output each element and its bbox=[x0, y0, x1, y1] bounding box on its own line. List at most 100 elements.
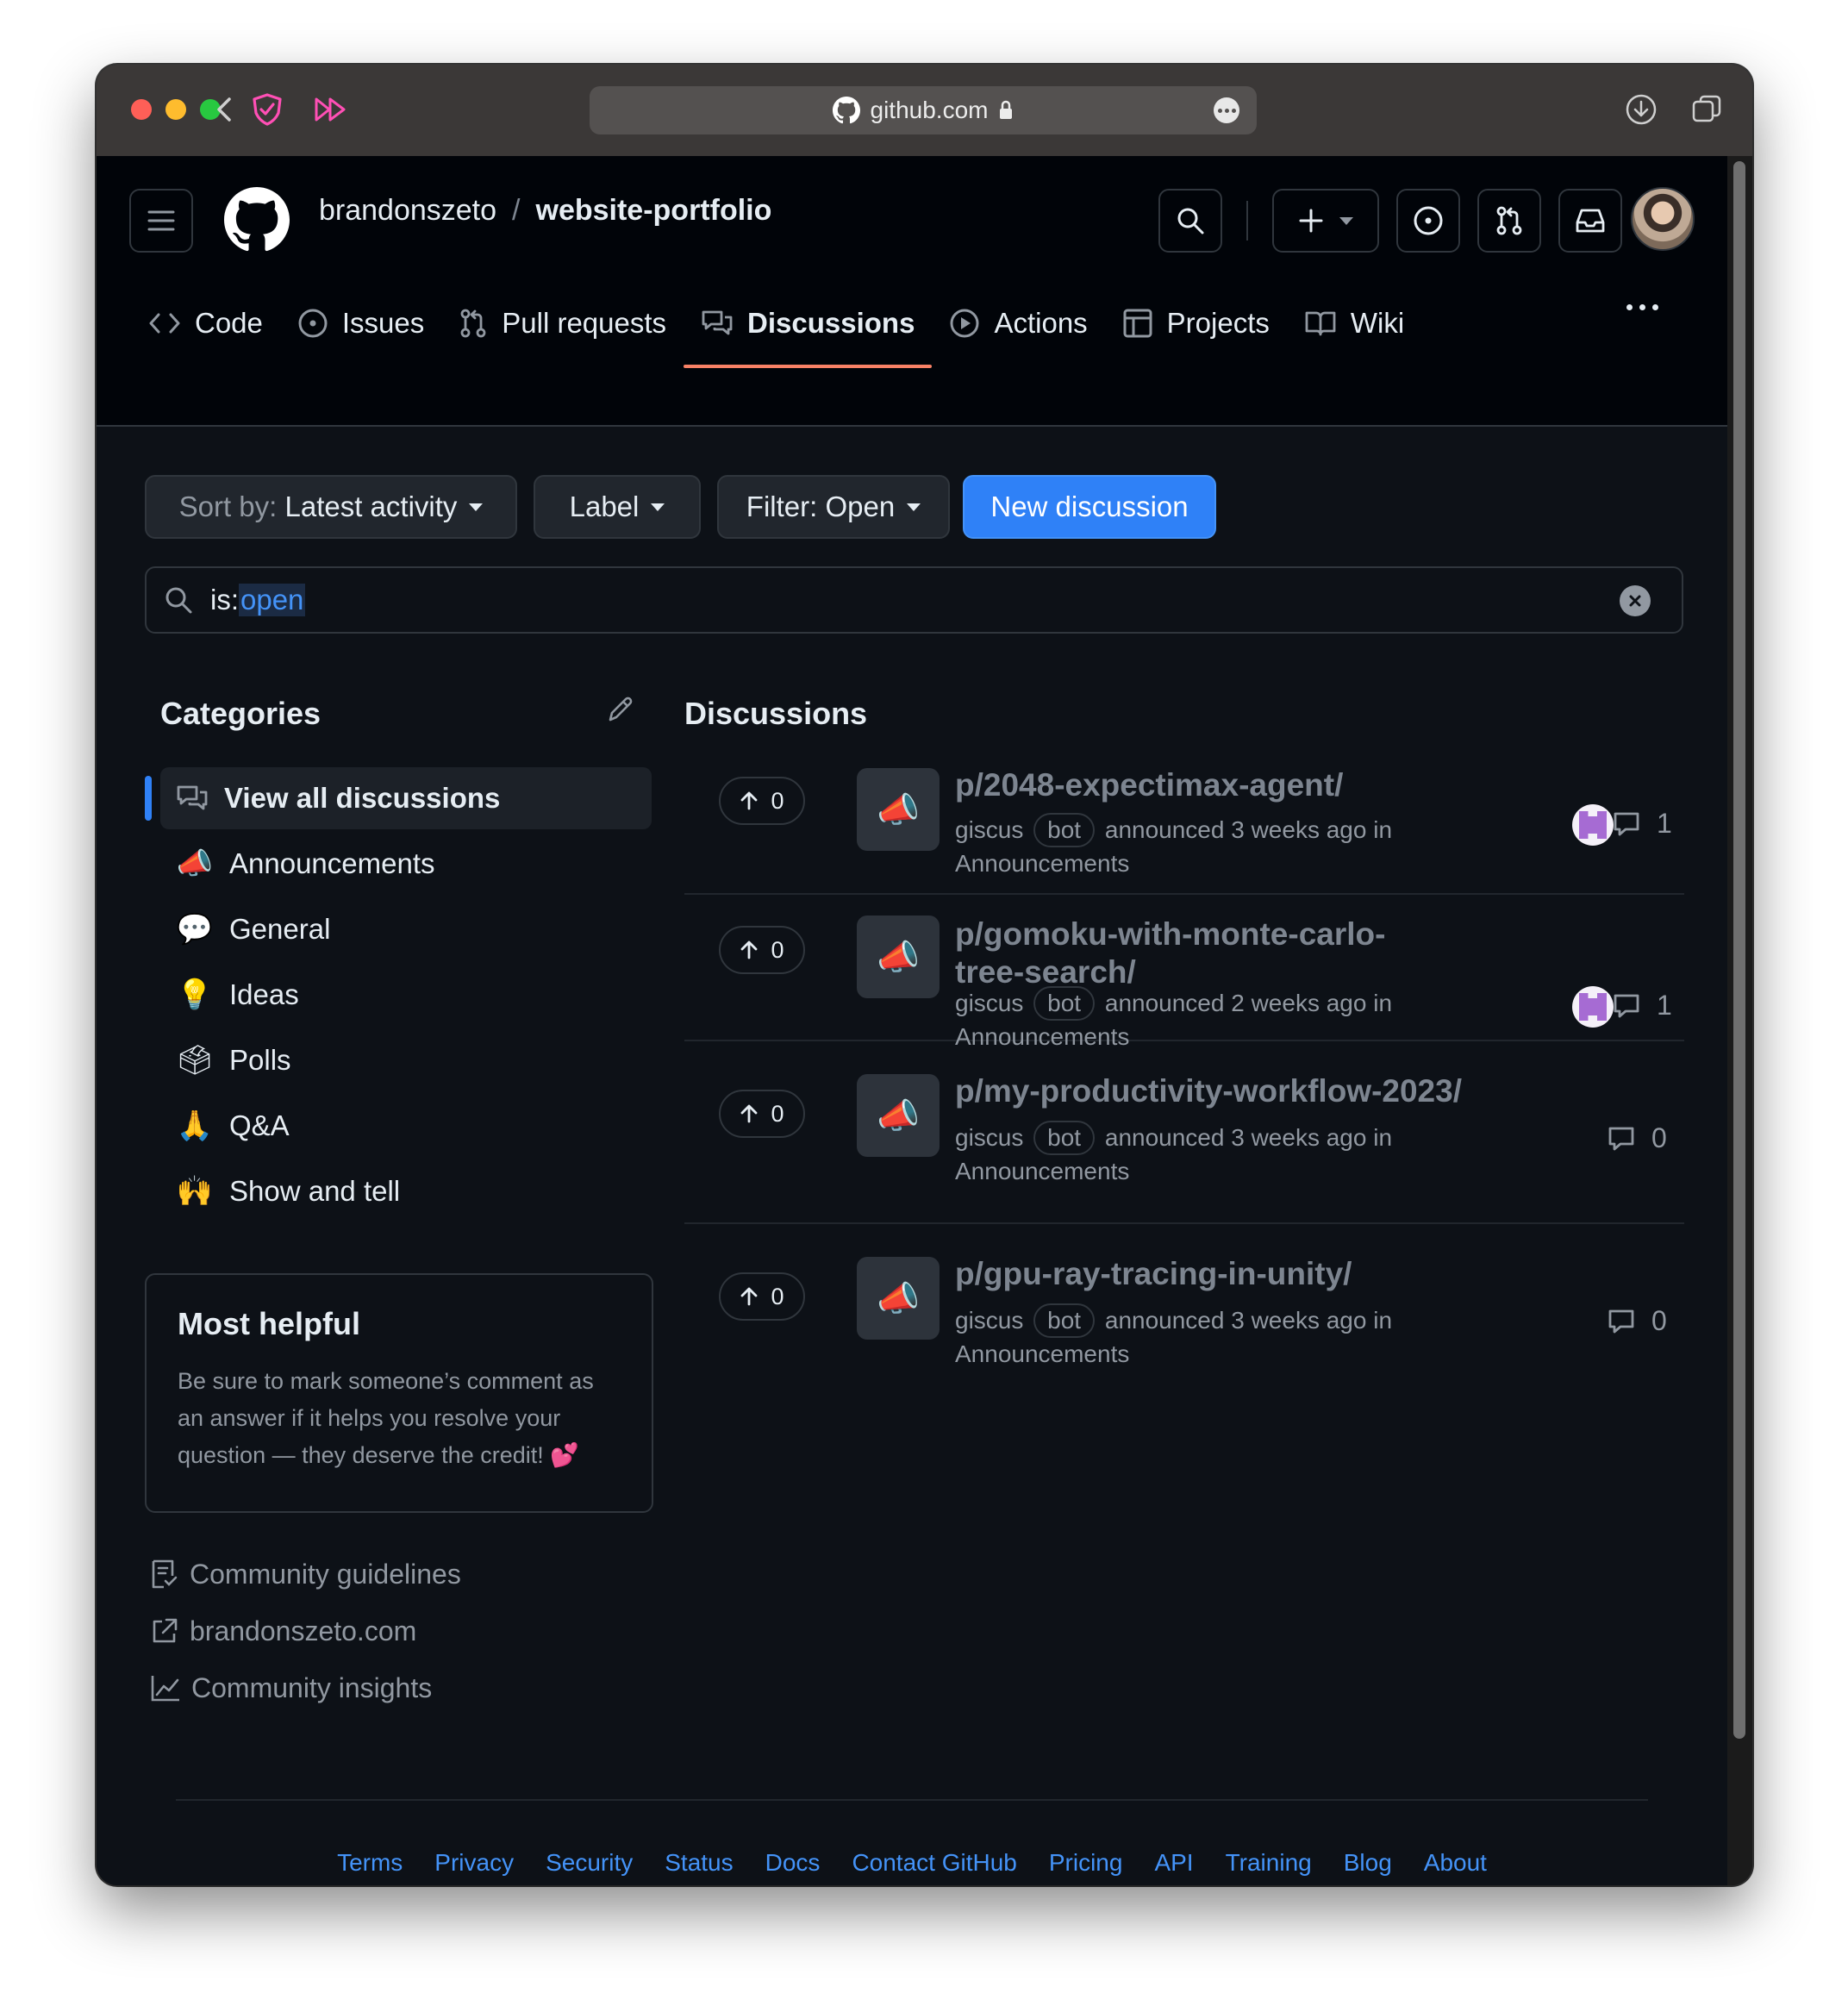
footer-link-privacy[interactable]: Privacy bbox=[434, 1849, 514, 1877]
external-link-icon bbox=[153, 1618, 178, 1643]
fast-forward-extension-icon[interactable] bbox=[312, 87, 350, 132]
list-item[interactable]: 0 📣 p/gpu-ray-tracing-in-unity/ giscus b… bbox=[684, 1224, 1684, 1397]
category-ideas[interactable]: 💡 Ideas bbox=[145, 964, 641, 1026]
header-divider bbox=[1246, 201, 1248, 241]
comment-icon bbox=[1608, 1309, 1634, 1333]
tab-code[interactable]: Code bbox=[131, 287, 280, 359]
discussion-search-input[interactable]: is: open bbox=[145, 566, 1683, 634]
footer-link-status[interactable]: Status bbox=[665, 1849, 733, 1877]
footer-link-api[interactable]: API bbox=[1154, 1849, 1193, 1877]
pull-requests-button[interactable] bbox=[1477, 189, 1541, 253]
comment-count[interactable]: 1 bbox=[1612, 990, 1672, 1022]
list-item[interactable]: 0 📣 p/gomoku-with-monte-carlo-tree-searc… bbox=[684, 895, 1684, 1050]
footer-link-terms[interactable]: Terms bbox=[337, 1849, 403, 1877]
upvote-button[interactable]: 0 bbox=[719, 777, 805, 825]
scrollbar-thumb[interactable] bbox=[1733, 161, 1745, 1739]
website-link[interactable]: brandonszeto.com bbox=[150, 1603, 461, 1659]
search-button[interactable] bbox=[1158, 189, 1222, 253]
footer-link-docs[interactable]: Docs bbox=[765, 1849, 821, 1877]
page-menu-icon[interactable] bbox=[1214, 97, 1239, 123]
discussion-title-link[interactable]: p/2048-expectimax-agent/ bbox=[955, 766, 1438, 804]
create-new-button[interactable] bbox=[1272, 189, 1379, 253]
arrow-up-icon bbox=[741, 940, 758, 959]
chevron-down-icon bbox=[469, 503, 484, 511]
comment-icon bbox=[1608, 1127, 1634, 1150]
megaphone-icon: 📣 bbox=[857, 915, 940, 998]
tab-discussions[interactable]: Discussions bbox=[684, 287, 933, 368]
category-polls[interactable]: 🗳 Polls bbox=[145, 1029, 641, 1091]
list-item[interactable]: 0 📣 p/my-productivity-workflow-2023/ gis… bbox=[684, 1041, 1684, 1224]
footer-link-contact[interactable]: Contact GitHub bbox=[852, 1849, 1016, 1877]
breadcrumb-separator: / bbox=[512, 194, 521, 227]
category-announcements[interactable]: 📣 Announcements bbox=[145, 833, 641, 895]
issues-button[interactable] bbox=[1396, 189, 1460, 253]
github-logo-icon[interactable] bbox=[224, 187, 290, 257]
raised-hands-icon: 🙌 bbox=[176, 1175, 214, 1208]
filter-dropdown[interactable]: Filter: Open bbox=[717, 475, 950, 539]
upvote-button[interactable]: 0 bbox=[719, 926, 805, 974]
arrow-up-icon bbox=[741, 1104, 758, 1123]
filter-dropdown-text: Filter: Open bbox=[746, 491, 896, 522]
author-link[interactable]: giscus bbox=[955, 816, 1023, 843]
sort-dropdown[interactable]: Sort by: Latest activity bbox=[145, 475, 517, 539]
repo-tabs: Code Issues Pull requests Discussions Ac… bbox=[131, 287, 1421, 368]
repo-name-link[interactable]: website-portfolio bbox=[536, 194, 772, 228]
discussion-title-link[interactable]: p/gomoku-with-monte-carlo-tree-search/ bbox=[955, 915, 1403, 991]
tab-label: Projects bbox=[1166, 307, 1270, 339]
participant-avatar[interactable] bbox=[1572, 986, 1614, 1028]
clear-search-button[interactable] bbox=[1620, 585, 1651, 616]
sort-value: Latest activity bbox=[284, 491, 458, 522]
repo-owner-link[interactable]: brandonszeto bbox=[319, 194, 496, 228]
community-insights-link[interactable]: Community insights bbox=[150, 1659, 461, 1716]
category-qa[interactable]: 🙏 Q&A bbox=[145, 1095, 641, 1157]
back-icon[interactable] bbox=[207, 87, 241, 132]
privacy-shield-icon[interactable] bbox=[248, 87, 286, 132]
discussion-title-link[interactable]: p/my-productivity-workflow-2023/ bbox=[955, 1072, 1507, 1110]
tab-issues[interactable]: Issues bbox=[280, 287, 441, 359]
link-label: brandonszeto.com bbox=[190, 1615, 417, 1646]
discussion-title-link[interactable]: p/gpu-ray-tracing-in-unity/ bbox=[955, 1255, 1438, 1293]
close-window-button[interactable] bbox=[131, 99, 152, 120]
category-link[interactable]: Announcements bbox=[955, 850, 1129, 877]
category-show-and-tell[interactable]: 🙌 Show and tell bbox=[145, 1160, 641, 1222]
graph-icon bbox=[151, 1676, 179, 1702]
tab-actions[interactable]: Actions bbox=[932, 287, 1104, 359]
comment-count[interactable]: 1 bbox=[1612, 808, 1672, 840]
category-general[interactable]: 💬 General bbox=[145, 898, 641, 960]
category-view-all[interactable]: View all discussions bbox=[145, 767, 652, 829]
discussion-action: announced 3 weeks ago in bbox=[1104, 1124, 1393, 1151]
footer-link-blog[interactable]: Blog bbox=[1344, 1849, 1392, 1877]
footer-link-security[interactable]: Security bbox=[546, 1849, 633, 1877]
edit-categories-button[interactable] bbox=[605, 694, 636, 729]
category-label: Announcements bbox=[229, 847, 435, 879]
category-link[interactable]: Announcements bbox=[955, 1340, 1129, 1367]
user-avatar[interactable] bbox=[1631, 187, 1695, 251]
tab-projects[interactable]: Projects bbox=[1105, 287, 1287, 359]
downloads-icon[interactable] bbox=[1622, 87, 1660, 132]
label-dropdown[interactable]: Label bbox=[534, 475, 701, 539]
upvote-button[interactable]: 0 bbox=[719, 1090, 805, 1138]
author-link[interactable]: giscus bbox=[955, 990, 1023, 1016]
more-tabs-icon[interactable] bbox=[1626, 304, 1658, 310]
tab-wiki[interactable]: Wiki bbox=[1287, 287, 1421, 359]
upvote-button[interactable]: 0 bbox=[719, 1272, 805, 1321]
footer-link-about[interactable]: About bbox=[1424, 1849, 1487, 1877]
author-link[interactable]: giscus bbox=[955, 1124, 1023, 1151]
comment-count[interactable]: 0 bbox=[1607, 1305, 1667, 1337]
address-bar[interactable]: github.com bbox=[590, 86, 1257, 134]
minimize-window-button[interactable] bbox=[165, 99, 186, 120]
list-item[interactable]: 0 📣 p/2048-expectimax-agent/ giscus bot … bbox=[684, 753, 1684, 895]
new-discussion-button[interactable]: New discussion bbox=[963, 475, 1216, 539]
hamburger-menu-button[interactable] bbox=[129, 189, 193, 253]
tab-overview-icon[interactable] bbox=[1688, 87, 1726, 132]
category-link[interactable]: Announcements bbox=[955, 1158, 1129, 1184]
tab-pull-requests[interactable]: Pull requests bbox=[441, 287, 684, 359]
community-guidelines-link[interactable]: Community guidelines bbox=[150, 1546, 461, 1603]
footer-link-pricing[interactable]: Pricing bbox=[1049, 1849, 1123, 1877]
inbox-button[interactable] bbox=[1558, 189, 1622, 253]
megaphone-icon: 📣 bbox=[857, 1257, 940, 1340]
author-link[interactable]: giscus bbox=[955, 1307, 1023, 1334]
comment-count[interactable]: 0 bbox=[1607, 1122, 1667, 1154]
participant-avatar[interactable] bbox=[1572, 804, 1614, 846]
footer-link-training[interactable]: Training bbox=[1226, 1849, 1312, 1877]
